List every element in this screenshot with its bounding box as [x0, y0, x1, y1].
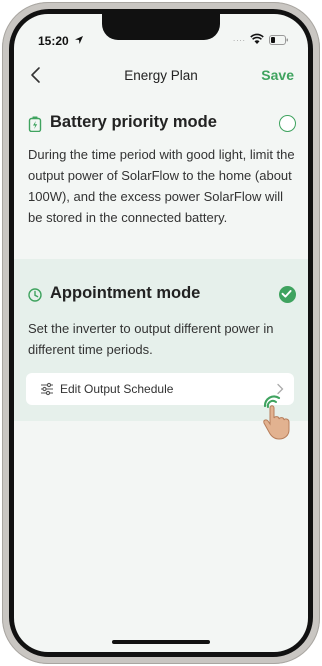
- mode-card-battery-priority[interactable]: Battery priority mode During the time pe…: [14, 110, 308, 260]
- schedule-label: Edit Output Schedule: [60, 382, 174, 396]
- wifi-icon: [250, 33, 264, 44]
- location-icon: [75, 36, 83, 44]
- mode-description: Set the inverter to output different pow…: [28, 321, 274, 357]
- battery-icon: [28, 116, 42, 132]
- signal-dots: ....: [233, 34, 246, 43]
- mode-title: Appointment mode: [50, 284, 201, 302]
- mode-card-header: Battery priority mode: [14, 110, 308, 136]
- mode-card-header: Appointment mode: [14, 281, 308, 307]
- tap-hand-icon: [263, 395, 290, 440]
- nav-bar: Energy Plan Save: [14, 62, 308, 90]
- battery-icon: [269, 35, 288, 45]
- home-indicator[interactable]: [112, 640, 210, 644]
- check-icon: [281, 290, 292, 298]
- save-button[interactable]: Save: [261, 67, 294, 83]
- mode-radio[interactable]: [279, 286, 296, 303]
- mode-description: During the time period with good light, …: [28, 147, 295, 225]
- edit-output-schedule-button[interactable]: Edit Output Schedule: [26, 373, 294, 405]
- sliders-icon: [41, 382, 53, 396]
- clock-icon: [28, 288, 42, 302]
- mode-title: Battery priority mode: [50, 113, 217, 131]
- app-screen: 15:20 .... Energy Plan Save Battery prio…: [14, 14, 308, 652]
- status-time: 15:20: [38, 34, 69, 48]
- notch: [102, 14, 220, 40]
- mode-radio[interactable]: [279, 115, 296, 132]
